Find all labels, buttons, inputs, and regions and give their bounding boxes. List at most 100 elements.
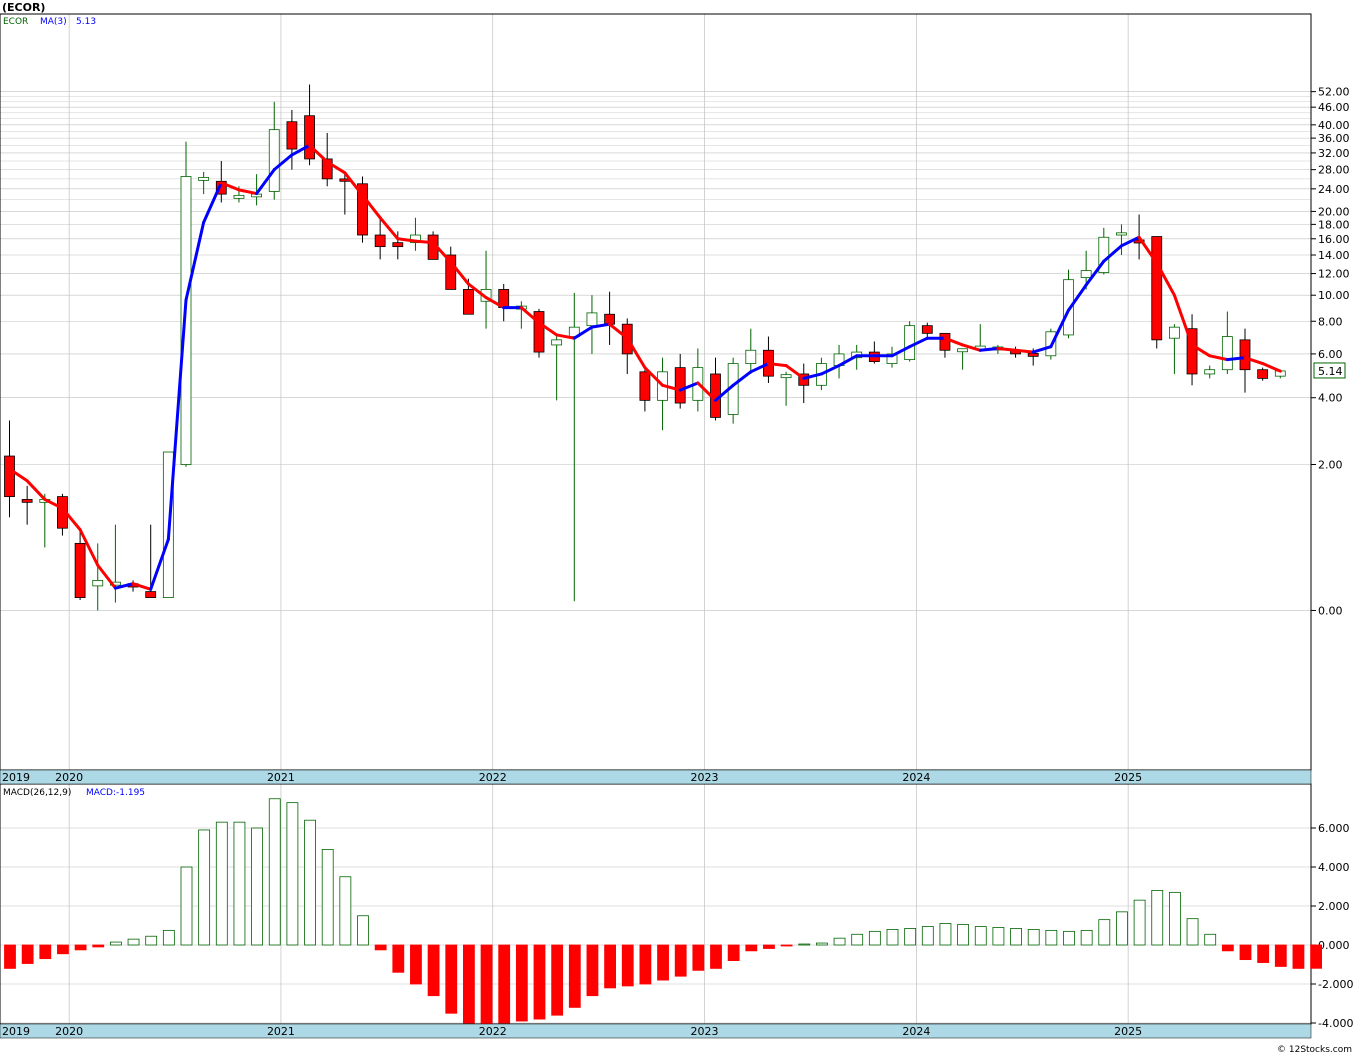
macd-bar	[251, 827, 264, 946]
ma-segment	[978, 346, 1000, 352]
macd-bar	[374, 944, 387, 951]
macd-bar	[198, 829, 211, 946]
year-label: 2019	[2, 1025, 30, 1038]
macd-bar	[1274, 944, 1287, 967]
macd-bar	[1292, 944, 1305, 969]
candle-body	[904, 325, 916, 361]
candle	[533, 308, 545, 358]
year-label: 2022	[479, 1025, 507, 1038]
candle-body	[1169, 326, 1180, 339]
year-label: 2023	[691, 771, 719, 784]
candle-body	[921, 325, 933, 334]
year-label: 2020	[55, 1025, 83, 1038]
price-tick-label: 2.00	[1318, 459, 1343, 472]
year-label: 2021	[267, 771, 295, 784]
year-label: 2019	[2, 771, 30, 784]
macd-bar	[410, 944, 422, 985]
price-tick-label: 46.00	[1318, 101, 1350, 114]
price-tick-label: 16.00	[1318, 233, 1350, 246]
macd-bar	[1027, 929, 1040, 946]
candle-body	[1257, 369, 1269, 379]
macd-bar	[1169, 891, 1181, 946]
price-tick-label: 28.00	[1318, 164, 1350, 177]
macd-label: MACD(26,12,9)	[3, 788, 71, 798]
legend-ma-label: MA(3)	[40, 17, 67, 27]
candle-body	[1151, 236, 1163, 341]
macd-bar	[621, 944, 634, 987]
macd-bar	[1239, 944, 1252, 961]
macd-bar	[921, 926, 934, 946]
price-tick-label: 20.00	[1318, 205, 1350, 218]
candle-body	[268, 129, 280, 192]
macd-bar	[74, 944, 87, 951]
year-label: 2024	[902, 771, 930, 784]
macd-bar	[745, 944, 758, 952]
macd-bar	[498, 944, 511, 1024]
macd-bar	[21, 944, 34, 964]
macd-tick-label: -4.000	[1318, 1017, 1353, 1030]
price-tick-label: 10.00	[1318, 289, 1350, 302]
macd-bar	[1186, 918, 1199, 946]
candle-body	[374, 234, 386, 248]
candle-body	[674, 367, 686, 404]
ma-segment	[1225, 356, 1247, 362]
price-tick-label: 12.00	[1318, 268, 1350, 281]
macd-bar	[833, 937, 846, 946]
candle-body	[1080, 270, 1092, 279]
macd-bar	[816, 942, 828, 946]
year-label: 2025	[1114, 1025, 1142, 1038]
macd-bar	[763, 944, 775, 949]
year-label: 2023	[691, 1025, 719, 1038]
year-label: 2025	[1114, 771, 1142, 784]
price-tick-label: 6.00	[1318, 348, 1343, 361]
macd-bar	[39, 944, 52, 960]
candle-body	[21, 499, 33, 503]
macd-bar	[780, 944, 793, 947]
macd-bar	[851, 933, 864, 946]
macd-bar	[551, 944, 564, 1016]
macd-bar	[868, 930, 881, 946]
macd-bar	[904, 928, 917, 946]
macd-bar	[515, 944, 528, 1022]
candle-body	[1116, 232, 1127, 236]
macd-bar	[886, 929, 899, 946]
macd-bar	[480, 944, 493, 1026]
candle-body	[286, 121, 298, 150]
macd-bar	[268, 798, 281, 946]
candle-body	[198, 176, 210, 181]
macd-bar	[974, 926, 987, 946]
candle-body	[233, 194, 245, 199]
macd-bar	[57, 944, 69, 955]
macd-bar	[1010, 928, 1022, 946]
macd-bar	[445, 944, 458, 1014]
legend-ma-value: 5.13	[76, 17, 96, 27]
macd-bar	[604, 944, 616, 989]
last-price-label: 5.14	[1318, 365, 1343, 378]
macd-bar	[462, 944, 475, 1024]
macd-bar	[1151, 890, 1164, 946]
macd-bar	[1310, 944, 1322, 969]
macd-bar	[92, 944, 105, 948]
macd-value-label: MACD:-1.195	[86, 788, 145, 798]
macd-bar	[1080, 929, 1093, 946]
macd-bar	[1221, 944, 1234, 952]
year-label: 2020	[55, 771, 83, 784]
macd-bar	[233, 821, 246, 946]
macd-bar	[357, 915, 369, 946]
macd-bar	[533, 944, 546, 1020]
macd-bar	[586, 944, 599, 997]
candle-body	[551, 339, 563, 346]
price-tick-label: 14.00	[1318, 249, 1350, 262]
candle-body	[639, 371, 651, 401]
candle-body	[392, 242, 404, 248]
macd-bar	[674, 944, 687, 977]
candle-body	[957, 348, 968, 353]
candle-body	[1239, 339, 1251, 371]
macd-bar	[639, 944, 652, 985]
candle-body	[1221, 336, 1233, 371]
chart-canvas: 52.00 46.00 40.0036.00 32.00 28.00 24.00 20.00…	[0, 0, 1360, 1056]
macd-bar	[1257, 944, 1270, 963]
macd-bar	[427, 944, 440, 997]
candle-body	[1027, 352, 1039, 357]
macd-bar	[127, 938, 140, 946]
